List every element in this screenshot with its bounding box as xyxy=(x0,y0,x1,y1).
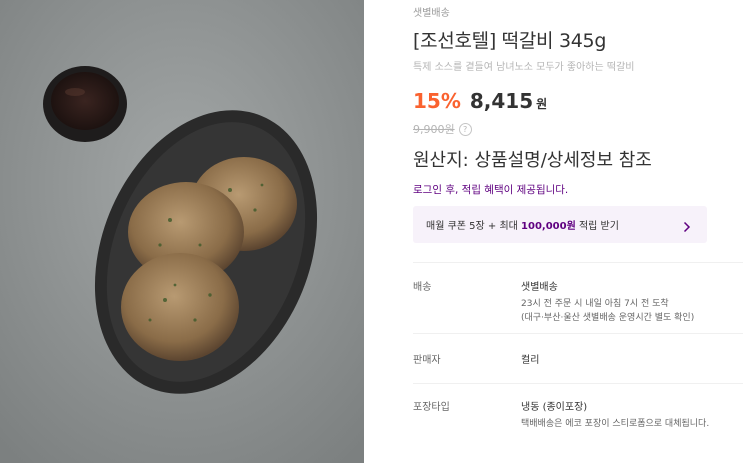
coupon-banner[interactable]: 매월 쿠폰 5장 + 최대 100,000원 적립 받기 xyxy=(413,206,707,243)
packaging-row-label: 포장타입 xyxy=(413,402,450,413)
seller-row-label: 판매자 xyxy=(413,355,441,366)
seller-row-value: 컬리 xyxy=(521,355,540,366)
price-row: 15% 8,415 원 xyxy=(413,89,547,113)
product-image xyxy=(0,0,364,463)
product-title: [조선호텔] 떡갈비 345g xyxy=(413,30,607,52)
discount-rate: 15% xyxy=(413,89,461,113)
delivery-row-label: 배송 xyxy=(413,282,432,293)
packaging-row-line1: 택배배송은 에코 포장이 스티로폼으로 대체됩니다. xyxy=(521,419,710,429)
help-icon[interactable]: ? xyxy=(458,122,472,136)
login-benefit-note: 로그인 후, 적립 혜택이 제공됩니다. xyxy=(413,184,569,196)
coupon-text: 매월 쿠폰 5장 + 최대 100,000원 적립 받기 xyxy=(426,221,619,232)
price-unit: 원 xyxy=(536,97,548,111)
divider xyxy=(413,383,743,384)
delivery-row-value: 샛별배송 xyxy=(521,282,558,293)
sale-price: 8,415 xyxy=(469,89,534,113)
product-info: 샛별배송 [조선호텔] 떡갈비 345g 특제 소스를 곁들여 남녀노소 모두가… xyxy=(413,0,743,463)
delivery-row-line2: (대구·부산·울산 샛별배송 운영시간 별도 확인) xyxy=(521,313,695,323)
divider xyxy=(413,333,743,334)
delivery-row-line1: 23시 전 주문 시 내일 아침 7시 전 도착 xyxy=(521,299,669,309)
chevron-right-icon xyxy=(683,218,691,237)
coupon-highlight: 100,000원 xyxy=(521,221,576,232)
original-price-row: 9,900원 ? xyxy=(413,121,472,137)
packaging-row-value: 냉동 (종이포장) xyxy=(521,402,588,413)
origin-info: 원산지: 상품설명/상세정보 참조 xyxy=(413,150,652,171)
divider xyxy=(413,262,743,263)
delivery-type-label: 샛별배송 xyxy=(413,8,450,19)
product-subtitle: 특제 소스를 곁들여 남녀노소 모두가 좋아하는 떡갈비 xyxy=(413,62,635,73)
original-price: 9,900원 xyxy=(413,123,455,136)
